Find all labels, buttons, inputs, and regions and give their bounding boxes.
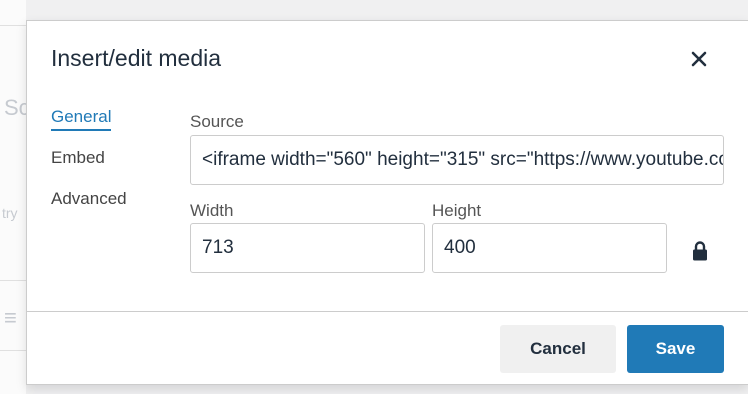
background-divider bbox=[0, 350, 26, 351]
width-input[interactable]: 713 bbox=[190, 223, 425, 273]
tab-list: General Embed Advanced bbox=[51, 107, 127, 230]
background-divider bbox=[0, 25, 26, 26]
background-text-fragment: try bbox=[2, 205, 18, 221]
background-text-fragment: ≡ bbox=[4, 305, 17, 330]
background-divider bbox=[0, 280, 26, 281]
dialog-title: Insert/edit media bbox=[51, 45, 222, 71]
close-button[interactable] bbox=[683, 43, 715, 75]
height-input[interactable]: 400 bbox=[432, 223, 667, 273]
source-label: Source bbox=[190, 112, 244, 131]
save-button[interactable]: Save bbox=[627, 325, 724, 373]
lock-icon[interactable] bbox=[692, 240, 708, 262]
tab-advanced[interactable]: Advanced bbox=[51, 189, 127, 213]
cancel-button[interactable]: Cancel bbox=[500, 325, 616, 373]
tab-general[interactable]: General bbox=[51, 107, 112, 131]
source-input[interactable]: <iframe width="560" height="315" src="ht… bbox=[190, 135, 724, 185]
tab-embed[interactable]: Embed bbox=[51, 148, 105, 172]
close-icon bbox=[691, 51, 707, 67]
insert-edit-media-dialog: Insert/edit media General Embed Advanced… bbox=[26, 20, 748, 385]
width-label: Width bbox=[190, 201, 234, 220]
height-label: Height bbox=[432, 201, 482, 220]
dialog-footer-divider bbox=[27, 311, 748, 312]
background-page bbox=[0, 0, 26, 394]
